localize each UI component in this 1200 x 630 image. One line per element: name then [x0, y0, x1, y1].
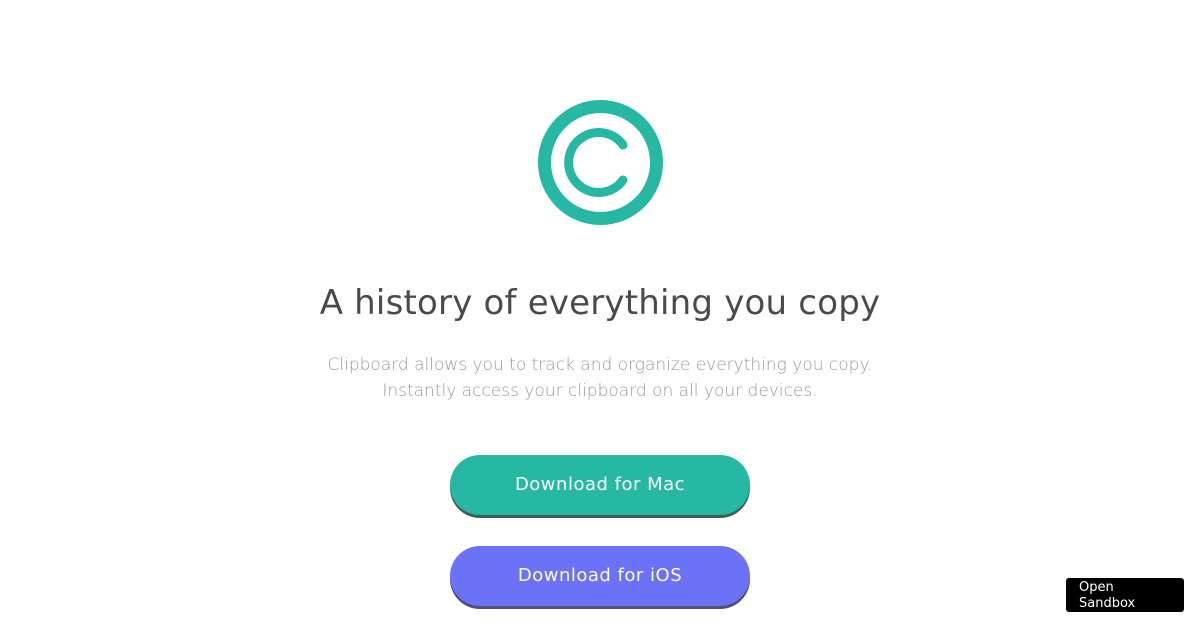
open-sandbox-button[interactable]: Open Sandbox: [1066, 578, 1184, 612]
subtitle-line-1: Clipboard allows you to track and organi…: [327, 355, 873, 375]
page-title: A history of everything you copy: [319, 283, 881, 323]
subtitle-line-2: Instantly access your clipboard on all y…: [382, 381, 818, 401]
download-ios-button[interactable]: Download for iOS: [450, 546, 750, 606]
open-sandbox-label-line-2: Sandbox: [1079, 596, 1136, 611]
subtitle: Clipboard allows you to track and organi…: [0, 352, 1200, 404]
open-sandbox-label-line-1: Open: [1079, 580, 1114, 595]
clipboard-logo-icon: [538, 100, 663, 225]
landing-page: A history of everything you copy Clipboa…: [0, 0, 1200, 630]
download-mac-button[interactable]: Download for Mac: [450, 455, 750, 515]
